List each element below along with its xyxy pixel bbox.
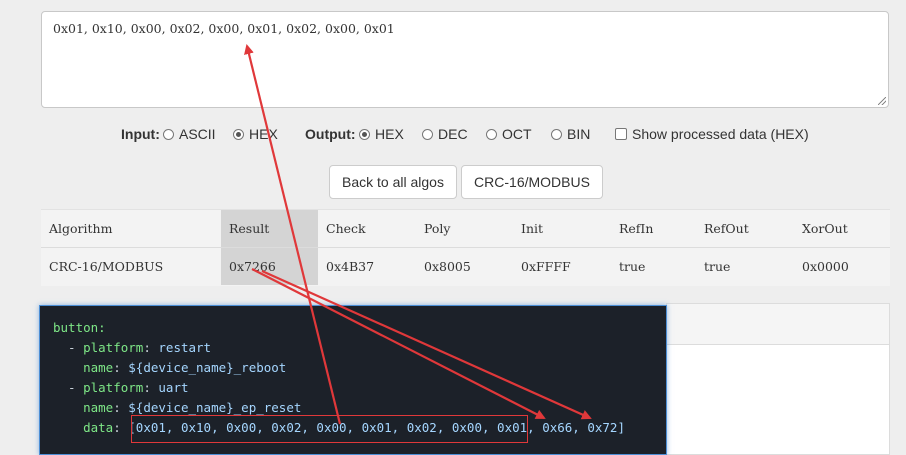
annotation-arrows [244,44,592,425]
annotation-arrow-to-input [244,44,342,425]
annotation-arrow-to-72 [261,269,592,420]
annotation-arrow-to-66 [251,268,546,419]
